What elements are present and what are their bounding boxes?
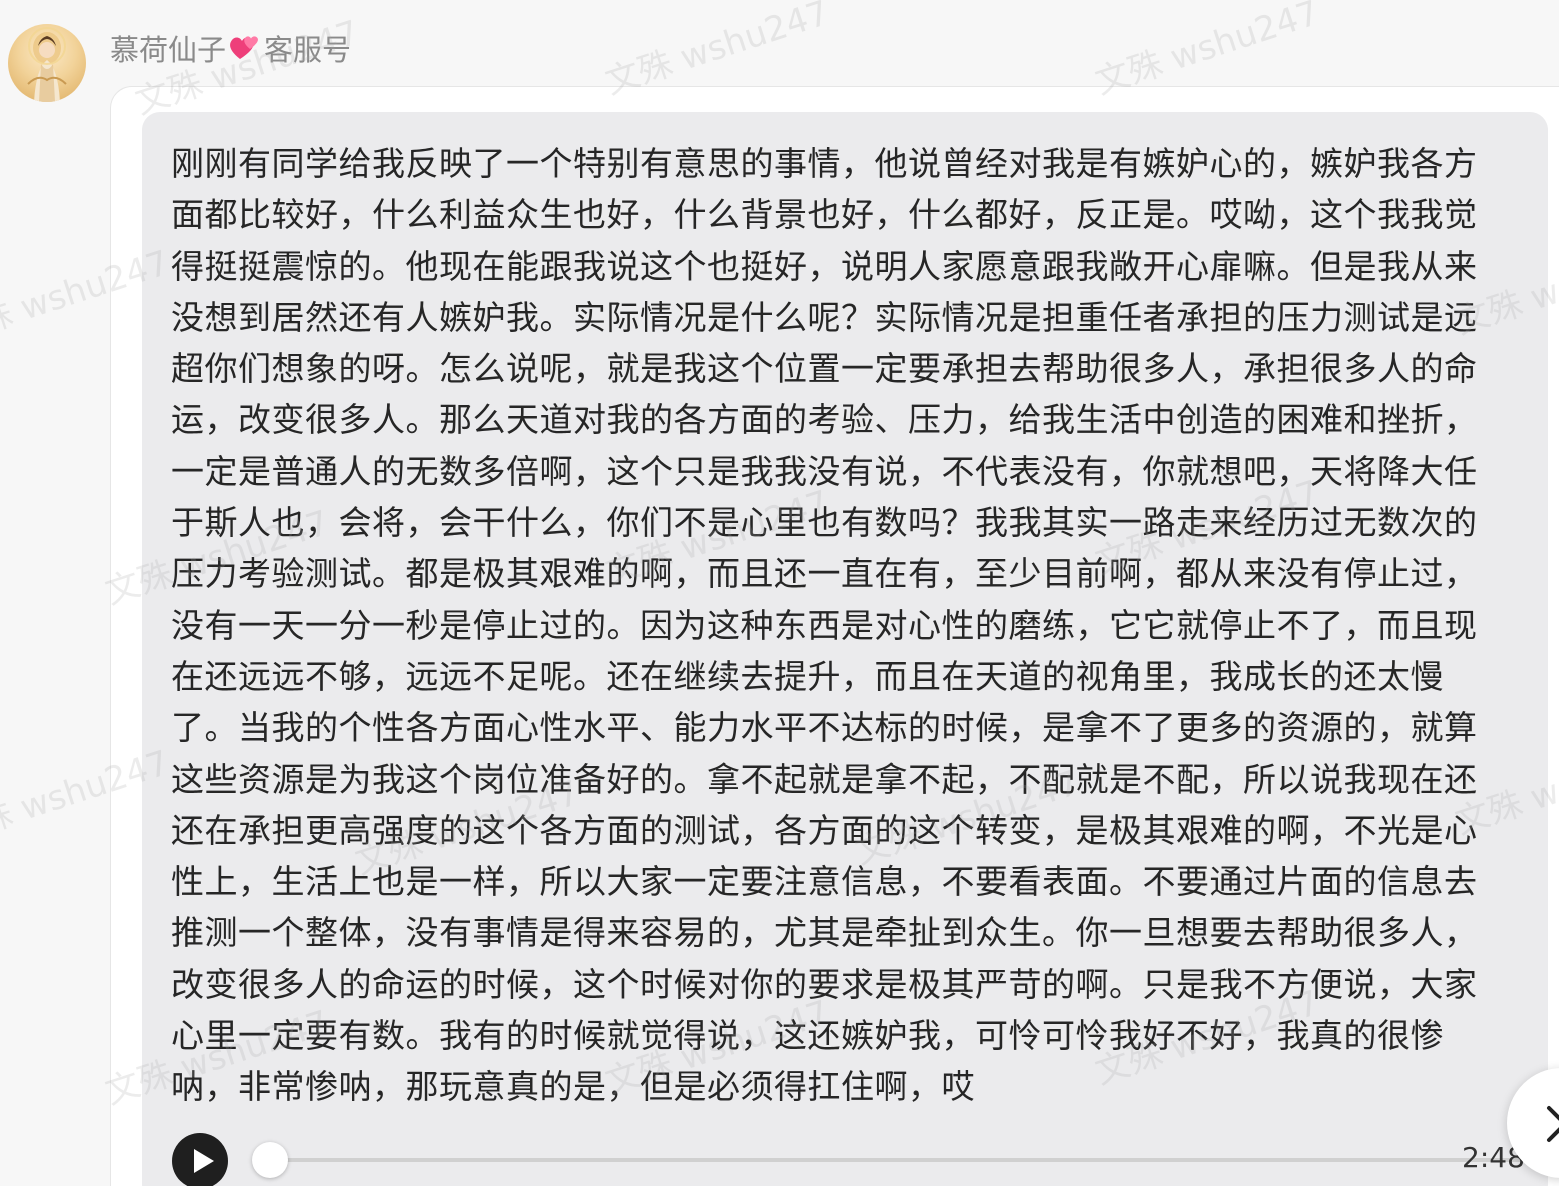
transcript-line: 刚刚有同学给我反映了一个特别有意思的事情，他说曾经对我是有嫉妒心的，嫉妒我各方	[171, 144, 1478, 183]
transcript-line: 在还远远不够，远远不足呢。还在继续去提升，而且在天道的视角里，我成长的还太慢	[171, 656, 1444, 696]
goddess-avatar-image	[27, 27, 67, 102]
transcript-line: 超你们想象的呀。怎么说呢，就是我这个位置一定要承担去帮助很多人，承担很多人的命	[171, 349, 1478, 389]
transcript-line: 性上，生活上也是一样，所以大家一定要注意信息，不要看表面。不要通过片面的信息去	[171, 862, 1478, 902]
transcript-line: 压力考验测试。都是极其艰难的啊，而且还一直在有，至少目前啊，都从来没有停止过，	[171, 554, 1478, 594]
audio-progress-track[interactable]	[252, 1158, 1559, 1162]
play-icon	[194, 1149, 214, 1173]
voice-transcript: 刚刚有同学给我反映了一个特别有意思的事情，他说曾经对我是有嫉妒心的，嫉妒我各方面…	[171, 138, 1511, 1113]
chevron-icon	[1547, 1106, 1559, 1142]
transcript-line: 心里一定要有数。我有的时候就觉得说，这还嫉妒我，可怜可怜我好不好，我真的很惨	[171, 1016, 1444, 1056]
transcript-line: 还在承担更高强度的这个各方面的测试，各方面的这个转变，是极其艰难的啊，不光是心	[171, 810, 1478, 850]
transcript-line: 得挺挺震惊的。他现在能跟我说这个也挺好，说明人家愿意跟我敞开心扉嘛。但是我从来	[171, 246, 1478, 286]
transcript-line: 推测一个整体，没有事情是得来容易的，尤其是牵扯到众生。你一旦想要去帮助很多人，	[171, 913, 1478, 953]
sender-tag: 客服号	[264, 33, 352, 67]
transcript-line: 没想到居然还有人嫉妒我。实际情况是什么呢？实际情况是担重任者承担的压力测试是远	[171, 297, 1478, 337]
transcript-line: 呐，非常惨呐，那玩意真的是，但是必须得扛住啊，哎	[171, 1067, 975, 1107]
avatar[interactable]	[8, 24, 86, 102]
sender-name-row: 慕荷仙子 客服号	[110, 28, 351, 68]
transcript-line: 了。当我的个性各方面心性水平、能力水平不达标的时候，是拿不了更多的资源的，就算	[171, 708, 1478, 748]
sender-name: 慕荷仙子	[110, 33, 227, 67]
audio-player: 2:48	[172, 1133, 1559, 1186]
two-hearts-icon	[228, 33, 262, 63]
audio-scrubber-thumb[interactable]	[252, 1142, 288, 1178]
transcript-line: 改变很多人的命运的时候，这个时候对你的要求是极其严苛的啊。只是我不方便说，大家	[171, 964, 1478, 1004]
transcript-line: 于斯人也，会将，会干什么，你们不是心里也有数吗？我我其实一路走来经历过无数次的	[171, 503, 1478, 543]
transcript-line: 没有一天一分一秒是停止过的。因为这种东西是对心性的磨练，它它就停止不了，而且现	[171, 605, 1478, 645]
transcript-line: 面都比较好，什么利益众生也好，什么背景也好，什么都好，反正是。哎呦，这个我我觉	[171, 195, 1478, 235]
play-button[interactable]	[172, 1133, 228, 1186]
chat-page: 慕荷仙子 客服号 刚刚有同学给我反映了一个特别有意思的事情，他说曾经对我是有嫉妒…	[0, 0, 1559, 1186]
transcript-line: 这些资源是为我这个岗位准备好的。拿不起就是拿不起，不配就是不配，所以说我现在还	[171, 759, 1478, 799]
transcript-line: 运，改变很多人。那么天道对我的各方面的考验、压力，给我生活中创造的困难和挫折，	[171, 400, 1478, 440]
transcript-line: 一定是普通人的无数多倍啊，这个只是我我没有说，不代表没有，你就想吧，天将降大任	[171, 451, 1478, 491]
